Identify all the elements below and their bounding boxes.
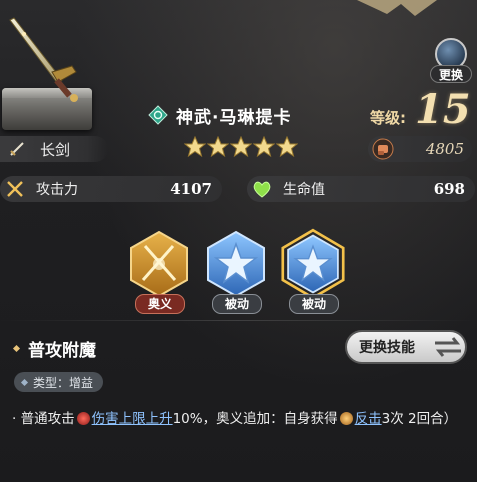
attack-stat: 攻击力 4107 (0, 176, 222, 202)
keyword-counter[interactable]: 反击 (355, 411, 382, 427)
ultimate-skill-icon (130, 230, 188, 298)
element-gem-icon (148, 105, 168, 125)
skill-title-row: 普攻附魔 (12, 336, 96, 361)
skill-tag: 奥义 (135, 294, 185, 314)
desc-suffix: 3次 2回合） (381, 411, 458, 427)
section-divider (0, 320, 477, 321)
skill-tag: 被动 (289, 294, 339, 314)
star-icon (276, 136, 298, 158)
fist-power-icon (372, 138, 394, 160)
counter-icon (339, 412, 353, 425)
bullet-diamond-icon (12, 344, 21, 353)
weapon-type-chip: 长剑 (0, 136, 108, 162)
skill-slot-ultimate[interactable]: 奥义 (127, 228, 191, 318)
keyword-damage-cap[interactable]: 伤害上限上升 (92, 411, 173, 427)
swap-arrows-icon (435, 337, 461, 357)
hp-label: 生命值 (283, 182, 325, 198)
star-icon (253, 136, 275, 158)
skill-tag: 被动 (212, 294, 262, 314)
change-skill-label: 更换技能 (359, 340, 415, 356)
character-name: 神武·马琳提卡 (176, 107, 292, 128)
swap-label: 更换 (430, 65, 472, 83)
skill-type-chip: 类型：增益 (14, 372, 104, 392)
ornament-decoration (357, 0, 437, 16)
sword-icon (9, 17, 78, 102)
change-skill-button[interactable]: 更换技能 (345, 330, 467, 364)
weapon-display (0, 0, 110, 135)
star-icon (207, 136, 229, 158)
heart-icon (253, 181, 271, 198)
skill-slot-passive-2-selected[interactable]: 被动 (281, 228, 345, 318)
desc-middle: 10%，奥义追加：自身获得 (172, 411, 338, 427)
passive-star-icon (207, 230, 265, 298)
level-value: 15 (415, 86, 471, 133)
skill-slot-passive-1[interactable]: 被动 (204, 228, 268, 318)
attack-value: 4107 (170, 180, 212, 198)
hp-value: 698 (433, 180, 465, 198)
skill-type-text: 类型：增益 (33, 375, 94, 390)
star-rating (184, 136, 298, 158)
skill-description: · 普通攻击 伤害上限上升10%，奥义追加：自身获得 反击3次 2回合） (12, 408, 467, 430)
power-value: 4805 (425, 140, 464, 158)
skill-title: 普攻附魔 (28, 341, 96, 361)
crossed-swords-icon (7, 181, 23, 197)
passive-star-icon (281, 228, 345, 300)
desc-prefix: · 普通攻击 (12, 411, 75, 427)
star-icon (184, 136, 206, 158)
level-label: 等级: (370, 109, 406, 127)
character-name-row: 神武·马琳提卡 (148, 100, 291, 130)
weapon-type-label: 长剑 (40, 140, 71, 159)
star-icon (230, 136, 252, 158)
hp-stat: 生命值 698 (247, 176, 475, 202)
power-chip: 4805 (368, 136, 472, 162)
swap-weapon-button[interactable]: 更换 (430, 38, 472, 84)
damage-cap-icon (76, 412, 90, 425)
type-dot-icon (20, 378, 29, 386)
sword-type-icon (10, 142, 24, 156)
attack-label: 攻击力 (36, 182, 78, 198)
